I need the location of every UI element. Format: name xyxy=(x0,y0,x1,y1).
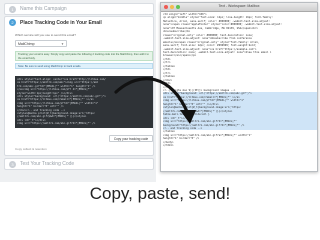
window-title: Text - Workspace: Mailbox xyxy=(218,4,260,8)
step-3-number: 3 xyxy=(9,160,16,168)
note-box: Note: Be sure to send using MailChimp to… xyxy=(15,63,153,69)
window-titlebar: Text - Workspace: Mailbox xyxy=(161,3,317,12)
note-text: Note: Be sure to send using MailChimp to… xyxy=(18,65,82,68)
curved-arrow-icon xyxy=(114,77,196,124)
step-3-title: Test Your Tracking Code xyxy=(20,161,75,167)
step-3-card[interactable]: 3 Test Your Tracking Code xyxy=(4,158,154,170)
step-2-title: Place Tracking Code in Your Email xyxy=(20,19,102,26)
step-1-card[interactable]: 1 Name this Campaign xyxy=(4,3,154,15)
step-1-title: Name this Campaign xyxy=(20,6,67,12)
instructions-box: Tracking your email is easy. Simply copy… xyxy=(15,51,153,61)
email-service-select[interactable]: MailChimp ▼ xyxy=(15,40,67,47)
step-1-number: 1 xyxy=(9,5,16,13)
email-service-value: MailChimp xyxy=(18,42,35,46)
instructions-text: Tracking your email is easy. Simply copy… xyxy=(18,53,149,60)
caption: Copy, paste, send! xyxy=(89,184,231,203)
chevron-down-icon: ▼ xyxy=(61,42,64,46)
copied-note: Copy collect & retention xyxy=(15,147,47,151)
service-question: Which service will you use to send this … xyxy=(15,33,76,37)
step-2-number: 2 xyxy=(9,19,16,26)
source-line: </html> xyxy=(163,144,174,148)
